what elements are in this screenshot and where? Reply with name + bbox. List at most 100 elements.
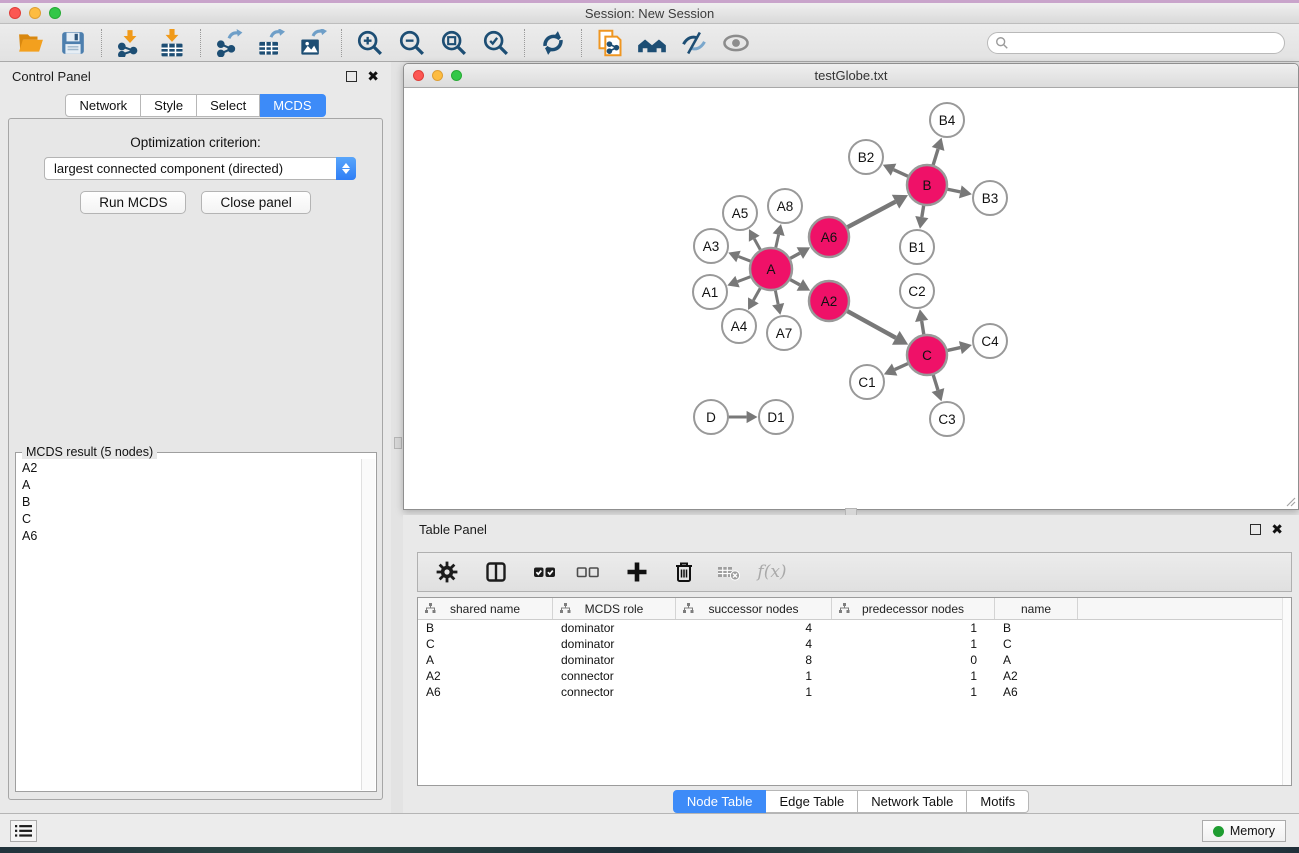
tab-network[interactable]: Network [65, 94, 141, 117]
arrowhead-icon [959, 341, 972, 354]
table-cell[interactable]: dominator [553, 652, 676, 668]
table-row[interactable]: Cdominator41C [418, 636, 1291, 652]
memory-button[interactable]: Memory [1202, 820, 1286, 842]
table-cell[interactable]: connector [553, 668, 676, 684]
export-network-icon[interactable] [213, 28, 245, 58]
table-cell[interactable]: connector [553, 684, 676, 700]
zoom-in-icon[interactable] [354, 28, 386, 58]
optimization-criterion-label: Optimization criterion: [9, 135, 382, 150]
tab-network-table[interactable]: Network Table [858, 790, 967, 813]
new-network-from-selection-icon[interactable] [594, 28, 626, 58]
tab-node-table[interactable]: Node Table [673, 790, 767, 813]
table-cell[interactable]: A6 [995, 684, 1078, 700]
result-item[interactable]: B [17, 493, 361, 510]
task-history-button[interactable] [10, 820, 37, 842]
table-cell[interactable]: 4 [676, 620, 832, 636]
column-header-shared-name[interactable]: shared name [418, 598, 553, 619]
settings-gear-icon[interactable] [431, 557, 463, 587]
column-header-MCDS-role[interactable]: MCDS role [553, 598, 676, 619]
control-panel-title: Control Panel [12, 69, 91, 84]
table-cell[interactable]: 0 [832, 652, 995, 668]
table-cell[interactable]: A6 [418, 684, 553, 700]
table-cell[interactable]: C [995, 636, 1078, 652]
table-cell[interactable]: B [995, 620, 1078, 636]
column-header-name[interactable]: name [995, 598, 1078, 619]
resize-grip-icon[interactable] [1284, 495, 1296, 507]
zoom-fit-icon[interactable] [438, 28, 470, 58]
column-header-predecessor-nodes[interactable]: predecessor nodes [832, 598, 995, 619]
table-scrollbar[interactable] [1282, 598, 1291, 785]
export-table-icon[interactable] [255, 28, 287, 58]
graph-edge-A6-B[interactable] [845, 202, 896, 229]
export-image-icon[interactable] [297, 28, 329, 58]
search-box[interactable] [987, 32, 1285, 54]
table-cell[interactable]: 1 [832, 620, 995, 636]
table-row[interactable]: Bdominator41B [418, 620, 1291, 636]
close-table-panel-icon[interactable]: ✖ [1271, 524, 1283, 535]
tab-style[interactable]: Style [141, 94, 197, 117]
result-item[interactable]: A [17, 476, 361, 493]
delete-table-icon[interactable] [713, 557, 745, 587]
control-panel-tabs: NetworkStyleSelectMCDS [65, 94, 325, 117]
criterion-dropdown[interactable]: largest connected component (directed) [44, 157, 356, 180]
toolbar-separator [581, 29, 582, 57]
table-cell[interactable]: 8 [676, 652, 832, 668]
table-cell[interactable]: 1 [676, 668, 832, 684]
tab-motifs[interactable]: Motifs [967, 790, 1029, 813]
result-list-scrollbar[interactable] [361, 459, 375, 790]
split-view-icon[interactable] [480, 557, 512, 587]
tab-edge-table[interactable]: Edge Table [766, 790, 858, 813]
network-window-titlebar[interactable]: testGlobe.txt [404, 64, 1298, 88]
run-mcds-button[interactable]: Run MCDS [80, 191, 186, 214]
table-cell[interactable]: A2 [995, 668, 1078, 684]
vertical-split-handle[interactable] [394, 437, 402, 449]
search-input[interactable] [1009, 34, 1284, 52]
network-graph[interactable]: B4B2BB3A8A5A6A3B1AA1C2A2A4A7C4CC1DD1C3 [404, 88, 1298, 509]
toolbar-separator [341, 29, 342, 57]
delete-columns-icon[interactable] [668, 557, 700, 587]
import-table-icon[interactable] [156, 28, 188, 58]
result-item[interactable]: A6 [17, 527, 361, 544]
import-network-icon[interactable] [114, 28, 146, 58]
table-cell[interactable]: A [418, 652, 553, 668]
table-cell[interactable]: A2 [418, 668, 553, 684]
float-table-panel-icon[interactable] [1250, 524, 1261, 535]
graph-node-label: A3 [703, 239, 720, 254]
function-builder-icon[interactable]: f(x) [756, 557, 788, 587]
add-column-icon[interactable] [621, 557, 653, 587]
close-panel-icon[interactable]: ✖ [367, 71, 379, 82]
network-canvas[interactable]: B4B2BB3A8A5A6A3B1AA1C2A2A4A7C4CC1DD1C3 [404, 88, 1298, 509]
zoom-selected-icon[interactable] [480, 28, 512, 58]
save-session-icon[interactable] [57, 28, 89, 58]
refresh-icon[interactable] [537, 28, 569, 58]
table-cell[interactable]: 1 [832, 684, 995, 700]
table-cell[interactable]: 4 [676, 636, 832, 652]
table-row[interactable]: A2connector11A2 [418, 668, 1291, 684]
result-item[interactable]: C [17, 510, 361, 527]
open-session-icon[interactable] [15, 28, 47, 58]
table-cell[interactable]: 1 [832, 636, 995, 652]
show-all-icon[interactable] [720, 28, 752, 58]
first-neighbors-icon[interactable] [636, 28, 668, 58]
table-cell[interactable]: 1 [832, 668, 995, 684]
float-panel-icon[interactable] [346, 71, 357, 82]
table-cell[interactable]: 1 [676, 684, 832, 700]
deselect-all-columns-icon[interactable] [572, 557, 604, 587]
table-cell[interactable]: dominator [553, 636, 676, 652]
mcds-result-list[interactable]: A2ABCA6 [17, 459, 361, 790]
column-header-successor-nodes[interactable]: successor nodes [676, 598, 832, 619]
zoom-out-icon[interactable] [396, 28, 428, 58]
table-cell[interactable]: B [418, 620, 553, 636]
table-cell[interactable]: C [418, 636, 553, 652]
result-item[interactable]: A2 [17, 459, 361, 476]
tab-select[interactable]: Select [197, 94, 260, 117]
tab-mcds[interactable]: MCDS [260, 94, 325, 117]
select-all-columns-icon[interactable] [529, 557, 561, 587]
hide-selected-icon[interactable] [678, 28, 710, 58]
graph-edge-A2-C[interactable] [845, 310, 896, 338]
table-row[interactable]: Adominator80A [418, 652, 1291, 668]
close-panel-button[interactable]: Close panel [201, 191, 310, 214]
table-cell[interactable]: dominator [553, 620, 676, 636]
table-cell[interactable]: A [995, 652, 1078, 668]
table-row[interactable]: A6connector11A6 [418, 684, 1291, 700]
